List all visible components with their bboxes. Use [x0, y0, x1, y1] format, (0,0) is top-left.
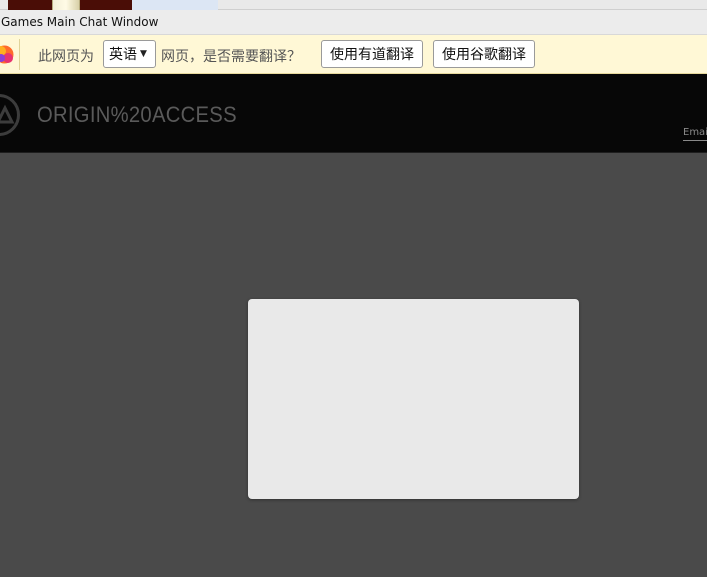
divider	[19, 39, 20, 70]
translate-bar: 此网页为 英语 ▼ 网页，是否需要翻译？ 使用有道翻译 使用谷歌翻译	[0, 35, 707, 74]
window-title: Games Main Chat Window	[1, 15, 159, 29]
loading-card	[248, 299, 579, 499]
caret-down-icon: ▼	[140, 49, 147, 59]
browser-tab-strip	[0, 0, 707, 10]
app-window: Games Main Chat Window 此网页为 英语 ▼ 网页，是否需要…	[0, 0, 707, 577]
email-tab[interactable]: Emai	[683, 127, 707, 141]
app-header: ORIGIN%20ACCESS Emai	[0, 74, 707, 153]
youdao-translate-button[interactable]: 使用有道翻译	[321, 40, 423, 68]
ea-logo-icon[interactable]	[0, 94, 20, 136]
browser-tab-active[interactable]	[52, 0, 80, 10]
translate-icon	[0, 44, 15, 65]
brand-title: ORIGIN%20ACCESS	[37, 102, 237, 127]
translate-prompt-text: 网页，是否需要翻译？	[161, 49, 301, 65]
translate-prefix-text: 此网页为	[38, 49, 94, 65]
browser-tab[interactable]	[132, 0, 218, 10]
language-select-value: 英语	[109, 47, 137, 63]
google-translate-button[interactable]: 使用谷歌翻译	[433, 40, 535, 68]
window-title-bar: Games Main Chat Window	[0, 10, 707, 35]
language-select[interactable]: 英语 ▼	[103, 40, 156, 68]
